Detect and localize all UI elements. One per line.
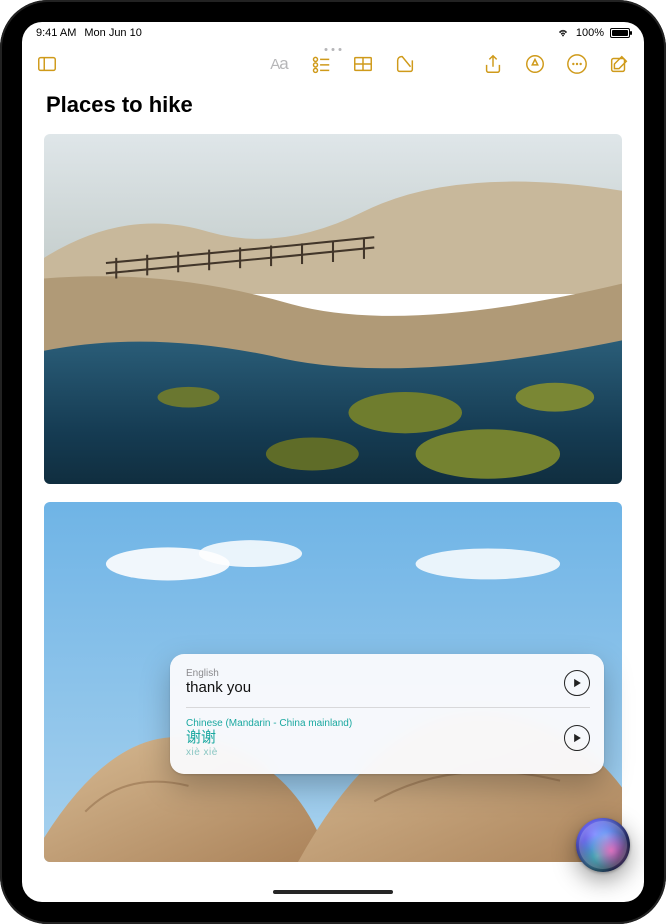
format-button[interactable]: Aa <box>268 53 290 75</box>
source-text: thank you <box>186 679 251 697</box>
more-button[interactable] <box>566 53 588 75</box>
compose-button[interactable] <box>608 53 630 75</box>
ipad-device: 9:41 AM Mon Jun 10 100% Aa <box>0 0 666 924</box>
siri-orb-button[interactable] <box>576 818 630 872</box>
markup-button[interactable] <box>524 53 546 75</box>
sidebar-toggle-button[interactable] <box>36 53 58 75</box>
source-lang-label: English <box>186 668 251 679</box>
table-button[interactable] <box>352 53 374 75</box>
screen: 9:41 AM Mon Jun 10 100% Aa <box>22 22 644 902</box>
status-time: 9:41 AM <box>36 27 76 39</box>
divider <box>186 707 590 708</box>
multitask-grabber[interactable] <box>325 48 342 51</box>
target-text: 谢谢 <box>186 729 352 747</box>
target-romanization: xiè xiè <box>186 747 352 758</box>
target-lang-label: Chinese (Mandarin - China mainland) <box>186 718 352 729</box>
note-content[interactable]: Places to hike <box>22 84 644 902</box>
checklist-button[interactable] <box>310 53 332 75</box>
status-bar: 9:41 AM Mon Jun 10 100% <box>22 22 644 44</box>
siri-translate-card[interactable]: English thank you Chinese (Mandarin - Ch… <box>170 654 604 774</box>
play-target-button[interactable] <box>564 725 590 751</box>
play-source-button[interactable] <box>564 670 590 696</box>
note-image-1[interactable] <box>44 134 622 484</box>
note-title: Places to hike <box>46 92 622 118</box>
status-date: Mon Jun 10 <box>84 27 141 39</box>
battery-icon <box>610 28 630 38</box>
battery-pct: 100% <box>576 27 604 39</box>
home-indicator[interactable] <box>273 890 393 894</box>
camera-attachment-button[interactable] <box>394 53 416 75</box>
wifi-icon <box>556 26 570 41</box>
share-button[interactable] <box>482 53 504 75</box>
